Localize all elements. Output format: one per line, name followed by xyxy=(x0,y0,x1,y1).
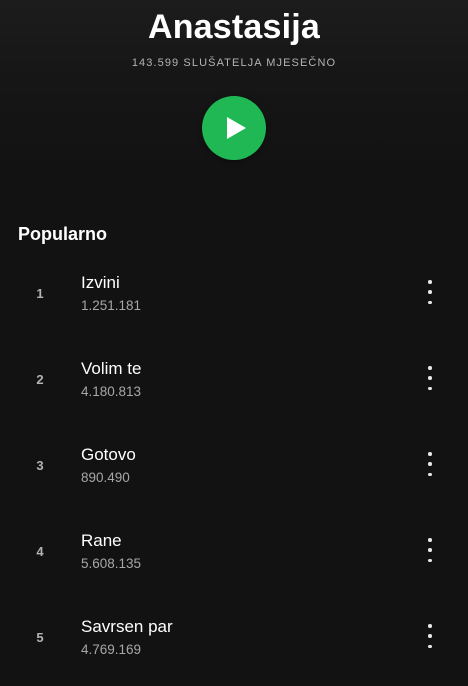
section-title-popular: Popularno xyxy=(18,224,107,244)
track-index: 2 xyxy=(36,372,44,387)
track-index: 1 xyxy=(36,286,44,301)
track-list: 1 Izvini 1.251.181 2 Volim te 4.180.813 … xyxy=(0,256,468,686)
track-play-count: 5.608.135 xyxy=(81,556,142,571)
track-row[interactable]: 3 Gotovo 890.490 xyxy=(0,428,468,514)
track-play-count: 1.251.181 xyxy=(81,298,142,313)
track-title: Savrsen par xyxy=(81,617,173,636)
more-options-icon[interactable] xyxy=(418,364,442,392)
play-button[interactable] xyxy=(202,96,266,160)
track-play-count: 890.490 xyxy=(81,470,130,485)
track-play-count: 4.769.169 xyxy=(81,642,142,657)
more-options-icon[interactable] xyxy=(418,450,442,478)
track-title: Gotovo xyxy=(81,445,136,464)
monthly-listeners: 143.599 SLUŠATELJA MJESEČNO xyxy=(131,57,337,69)
track-row[interactable]: 4 Rane 5.608.135 xyxy=(0,514,468,600)
track-row[interactable]: 1 Izvini 1.251.181 xyxy=(0,256,468,342)
track-title: Volim te xyxy=(81,359,142,378)
track-play-count: 4.180.813 xyxy=(81,384,142,399)
track-index: 3 xyxy=(36,458,44,473)
track-title: Izvini xyxy=(81,273,120,292)
track-title: Rane xyxy=(81,531,122,550)
artist-name: Anastasija xyxy=(147,8,321,46)
track-row[interactable]: 5 Savrsen par 4.769.169 xyxy=(0,600,468,686)
more-options-icon[interactable] xyxy=(418,536,442,564)
more-options-icon[interactable] xyxy=(418,278,442,306)
track-row[interactable]: 2 Volim te 4.180.813 xyxy=(0,342,468,428)
play-icon xyxy=(227,117,246,139)
track-index: 5 xyxy=(36,630,44,645)
more-options-icon[interactable] xyxy=(418,622,442,650)
track-index: 4 xyxy=(36,544,44,559)
